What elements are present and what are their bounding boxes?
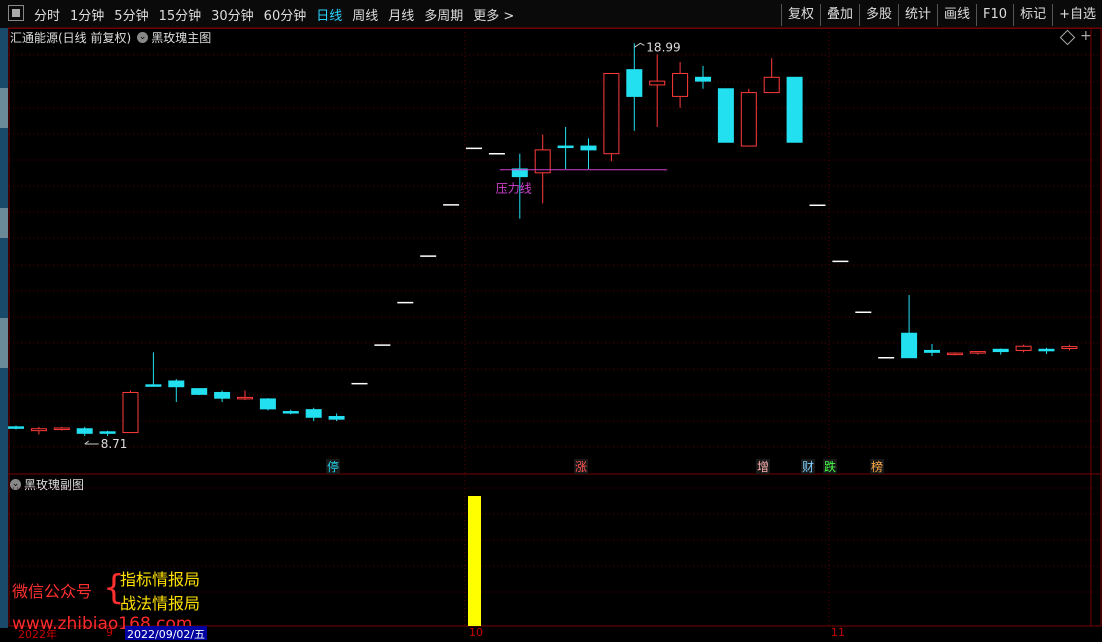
candle-body (786, 76, 803, 143)
candle-body (168, 380, 185, 388)
candle-body (8, 426, 24, 429)
event-marker-4: 跌 (824, 459, 836, 474)
candle-body (1015, 345, 1032, 351)
cursor-date: 2022/09/02/五 (125, 626, 208, 641)
candle-body (603, 72, 620, 155)
high-marker-icon (634, 42, 645, 48)
low-price-label: 8.71 (101, 437, 128, 451)
candle-body (557, 145, 574, 149)
candle-body (30, 428, 47, 432)
resistance-label: 压力线 (496, 182, 532, 196)
event-marker-5: 榜 (871, 459, 883, 474)
high-price-label: 18.99 (646, 40, 680, 54)
wechat-label: 微信公众号 (12, 582, 93, 601)
candle-body (649, 80, 666, 86)
candle-body (901, 332, 918, 359)
candle-body (99, 431, 116, 434)
event-marker-1: 涨 (575, 459, 587, 474)
wechat-promo: 微信公众号 { 指标情报局 战法情报局 (12, 568, 222, 614)
event-marker-3: 财 (802, 460, 814, 474)
brand-line-1: 指标情报局 (120, 570, 201, 589)
sub-indicator-bar (468, 496, 481, 626)
candle-body (924, 349, 940, 353)
brand-line-2: 战法情报局 (120, 594, 201, 613)
event-marker-2: 增 (757, 460, 769, 474)
candle-body (191, 388, 208, 395)
candle-body (992, 348, 1009, 353)
date-axis-label: 11 (831, 626, 845, 639)
candle-body (763, 76, 780, 94)
candle-body (76, 428, 93, 434)
date-axis-label: 9 (106, 626, 113, 639)
date-axis-label: 2022年 (18, 628, 57, 641)
candle-body (282, 411, 299, 414)
candle-body (695, 76, 711, 82)
candle-body (237, 396, 253, 400)
candle-body (740, 92, 757, 147)
candle-body (626, 69, 643, 97)
candle-body (122, 391, 139, 434)
candle-body (580, 145, 597, 151)
candlestick-chart[interactable]: 压力线 18.99 8.71 停 涨 增 财跌 榜 (0, 0, 1102, 641)
candle-body (305, 409, 322, 418)
candle-body (969, 351, 986, 354)
candle-body (946, 352, 963, 356)
candle-body (672, 72, 689, 97)
candle-body (328, 416, 345, 420)
candle-body (259, 398, 276, 410)
candle-body (53, 427, 70, 430)
candle-body (145, 384, 162, 387)
main-panel-frame (8, 27, 1102, 475)
candle-body (1061, 346, 1078, 350)
event-marker-0: 停 (327, 459, 339, 474)
date-axis-label: 10 (469, 626, 483, 639)
low-marker-icon (84, 440, 99, 445)
candle-body (717, 88, 734, 143)
candle-body (214, 391, 231, 399)
candle-body (1038, 348, 1055, 352)
